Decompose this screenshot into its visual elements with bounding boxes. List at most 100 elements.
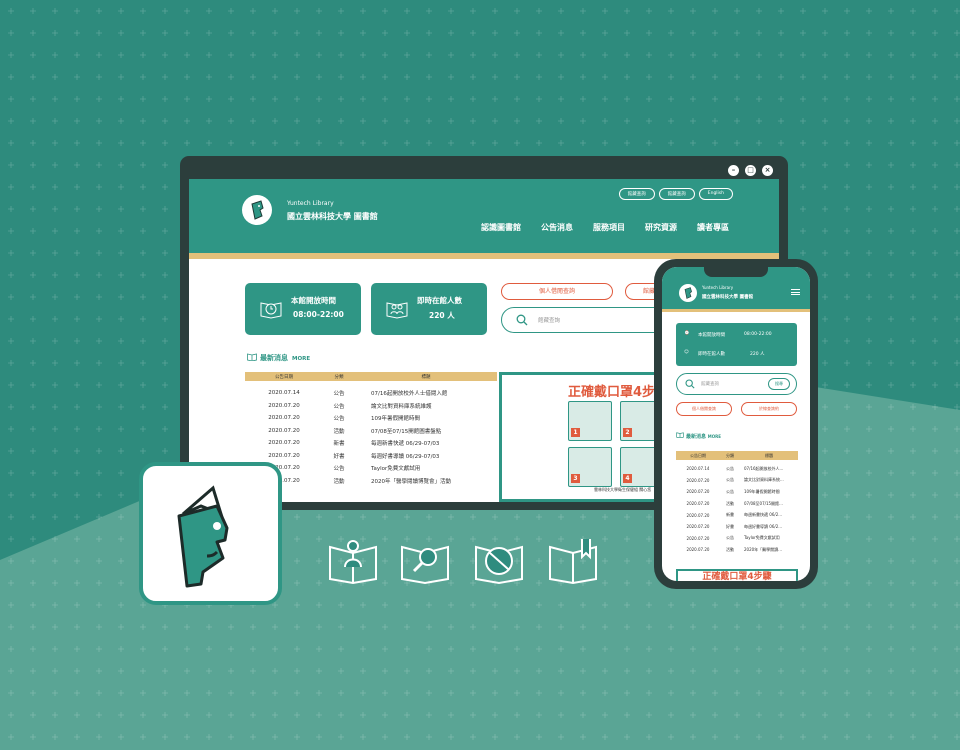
opening-hours-card: 本館開放時間 08:00-22:00 <box>245 283 361 335</box>
cell-date: 2020.07.20 <box>268 427 300 434</box>
table-header: 公告日期 分類 標題 <box>676 451 798 460</box>
minimize-icon[interactable]: – <box>728 164 739 176</box>
search-icon <box>685 379 695 389</box>
phone-count-label: 即時在館人數 <box>698 352 725 357</box>
site-header: Yuntech Library 國立雲林科技大學 圖書館 館藏查詢 館藏查詢 E… <box>189 179 779 259</box>
cell-date: 2020.07.20 <box>686 477 710 483</box>
cell-title: 每週好書導讀 06/29-07/03 <box>371 453 440 460</box>
book-bookmark-icon <box>549 539 597 585</box>
table-row[interactable]: 2020.07.20 好書 每週好書導讀 06/2... <box>676 521 798 533</box>
news-heading: 最新消息 MORE <box>247 353 310 363</box>
cell-category: 公告 <box>333 466 345 473</box>
cell-title: 07/08至07/15開館... <box>744 500 783 506</box>
search-placeholder: 館藏查詢 <box>538 318 561 324</box>
maximize-icon[interactable]: □ <box>745 164 756 176</box>
cell-category: 公告 <box>726 465 734 471</box>
count-label: 即時在館人數 <box>417 296 462 305</box>
cell-title: 07/16起開放校外人... <box>744 465 784 471</box>
cell-date: 2020.07.20 <box>686 535 710 541</box>
table-row[interactable]: 2020.07.14 公告 07/16起開放校外人... <box>676 463 798 475</box>
phone-screen: Yuntech Library 國立雲林科技大學 圖書館 ⌚ 本館開放時間 08… <box>662 267 810 581</box>
col-date: 公告日期 <box>275 374 293 380</box>
table-row[interactable]: 2020.07.20 公告 109年暑假開館時間 <box>676 486 798 498</box>
book-icon <box>247 353 257 362</box>
phone-poster-title: 正確戴口罩4步驟 <box>678 571 796 581</box>
table-row[interactable]: 2020.07.20 活動 07/08至07/15開館圖書盤點 <box>245 425 497 438</box>
phone-hours-value: 08:00-22:00 <box>744 332 772 337</box>
count-value: 220 人 <box>429 311 455 320</box>
table-row[interactable]: 2020.07.20 新書 每週新書快遞 06/29-07/03 <box>245 437 497 450</box>
cell-date: 2020.07.20 <box>268 452 300 459</box>
phone-news-table: 公告日期 分類 標題 2020.07.14 公告 07/16起開放校外人... 20… <box>676 451 798 556</box>
hamburger-menu-icon[interactable] <box>791 289 800 295</box>
cell-category: 好書 <box>726 523 734 529</box>
top-link[interactable]: 館藏查詢 <box>658 188 695 200</box>
window-titlebar: – □ × <box>189 161 779 179</box>
app-icon[interactable] <box>139 462 282 605</box>
phone-subtitle: Yuntech Library <box>702 285 734 290</box>
col-title: 標題 <box>765 452 773 458</box>
cell-title: 每週新書快遞 06/2... <box>744 512 783 518</box>
people-book-icon <box>386 302 408 319</box>
news-more-link[interactable]: MORE <box>292 356 310 362</box>
hours-label: 本館開放時間 <box>291 296 336 305</box>
library-logo[interactable] <box>242 195 272 225</box>
cell-category: 活動 <box>333 428 345 435</box>
search-button[interactable]: 搜尋 <box>768 378 790 390</box>
phone-hours-label: 本館開放時間 <box>698 333 725 338</box>
nav-services[interactable]: 服務項目 <box>593 222 625 233</box>
people-icon: ☺ <box>684 350 689 355</box>
phone-logo[interactable] <box>679 284 697 302</box>
table-row[interactable]: 2020.07.20 活動 07/08至07/15開館... <box>676 498 798 510</box>
phone-poster-banner[interactable]: 正確戴口罩4步驟 <box>676 569 798 581</box>
cell-date: 2020.07.14 <box>686 466 710 472</box>
cell-date: 2020.07.20 <box>686 501 710 507</box>
cell-title: 109年暑假開館時間 <box>371 416 420 423</box>
phone-renew-button[interactable]: 於線查詢約 <box>741 402 797 416</box>
news-table: 公告日期 分類 標題 2020.07.14 公告 07/16起開放校外人士借閱入館 … <box>245 372 497 487</box>
table-row[interactable]: 2020.07.20 公告 109年暑假開館時間 <box>245 412 497 425</box>
phone-title: 國立雲林科技大學 圖書館 <box>702 295 754 300</box>
nav-readers[interactable]: 讀者專區 <box>697 222 729 233</box>
poster-step: 1 <box>568 401 612 441</box>
cell-date: 2020.07.20 <box>268 440 300 447</box>
visitor-count-card: 即時在館人數 220 人 <box>371 283 487 335</box>
nav-news[interactable]: 公告消息 <box>541 222 573 233</box>
table-row[interactable]: 2020.07.20 公告 論文比對資料庫系統維護 <box>245 400 497 413</box>
language-link[interactable]: English <box>698 188 733 200</box>
table-row[interactable]: 2020.07.20 活動 2020年「醫學閱讀... <box>676 544 798 556</box>
cell-category: 新書 <box>333 441 345 448</box>
book-no-entry-icon <box>475 545 523 585</box>
book-head-logo-icon <box>177 485 229 588</box>
nav-about[interactable]: 認識圖書館 <box>481 222 521 233</box>
table-row[interactable]: 2020.07.20 公告 Taylor免費文獻試用 <box>676 533 798 545</box>
cell-date: 2020.07.20 <box>686 512 710 518</box>
table-row[interactable]: 2020.07.20 好書 每週好書導讀 06/29-07/03 <box>245 450 497 463</box>
cell-category: 新書 <box>726 512 734 518</box>
phone-mockup: Yuntech Library 國立雲林科技大學 圖書館 ⌚ 本館開放時間 08… <box>654 259 818 589</box>
phone-more-link[interactable]: MORE <box>708 434 721 439</box>
cell-category: 公告 <box>726 488 734 494</box>
cell-title: 2020年「醫學閱讀博覽會」活動 <box>371 478 451 485</box>
personal-borrow-button[interactable]: 個人借閱查詢 <box>501 283 613 300</box>
cell-date: 2020.07.20 <box>686 547 710 553</box>
phone-personal-button[interactable]: 個人借閱查詢 <box>676 402 732 416</box>
nav-research[interactable]: 研究資源 <box>645 222 677 233</box>
cell-date: 2020.07.20 <box>686 524 710 530</box>
table-row[interactable]: 2020.07.20 公告 Taylor免費文獻試用 <box>245 462 497 475</box>
cell-category: 活動 <box>726 546 734 552</box>
table-row[interactable]: 2020.07.20 公告 論文比對資料庫系統... <box>676 475 798 487</box>
top-link[interactable]: 館藏查詢 <box>618 188 655 200</box>
cell-category: 公告 <box>333 403 345 410</box>
cell-date: 2020.07.20 <box>268 415 300 422</box>
phone-search-input[interactable]: 館藏查詢 搜尋 <box>676 373 797 395</box>
table-row[interactable]: 2020.07.20 新書 每週新書快遞 06/2... <box>676 509 798 521</box>
close-icon[interactable]: × <box>762 164 773 176</box>
col-title: 標題 <box>421 374 431 380</box>
phone-notch <box>704 267 768 277</box>
cell-category: 公告 <box>333 391 345 398</box>
table-row[interactable]: 2020.07.14 公告 07/16起開放校外人士借閱入館 <box>245 387 497 400</box>
cell-category: 好書 <box>333 453 345 460</box>
clock-icon: ⌚ <box>684 331 690 336</box>
table-row[interactable]: 2020.07.20 活動 2020年「醫學閱讀博覽會」活動 <box>245 475 497 488</box>
